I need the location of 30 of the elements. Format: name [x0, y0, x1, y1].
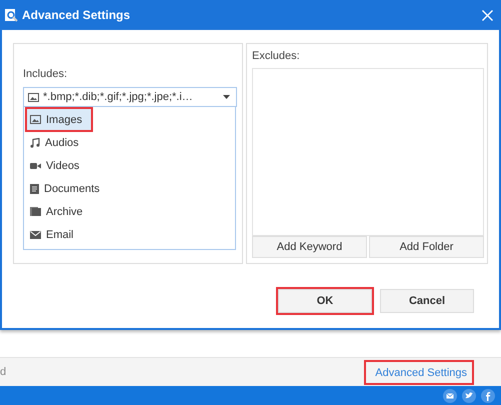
music-note-icon [30, 138, 40, 148]
image-icon [28, 92, 39, 102]
excludes-label: Excludes: [252, 50, 301, 62]
image-icon [30, 115, 41, 124]
document-icon [30, 184, 39, 194]
file-type-option[interactable]: Archive [26, 200, 233, 223]
file-type-dropdown[interactable]: *.bmp;*.dib;*.gif;*.jpg;*.jpe;*.i… [23, 87, 237, 107]
envelope-icon [30, 230, 41, 238]
close-icon[interactable] [482, 10, 493, 20]
email-icon[interactable] [443, 388, 457, 402]
video-camera-icon [30, 162, 41, 170]
cancel-button[interactable]: Cancel [380, 289, 474, 313]
file-type-option[interactable]: Email [26, 223, 233, 246]
magnifier-document-icon [4, 8, 18, 22]
file-type-option[interactable]: Documents [26, 177, 233, 200]
file-type-option[interactable]: Images [26, 108, 92, 131]
file-type-option[interactable]: Audios [26, 131, 233, 154]
window-title: Advanced Settings [22, 8, 132, 22]
includes-label: Includes: [23, 68, 68, 80]
excludes-field[interactable] [252, 68, 484, 236]
ok-button[interactable]: OK [278, 289, 372, 313]
file-type-option[interactable]: Videos [26, 154, 233, 177]
add-button[interactable]: Add Keyword [252, 236, 367, 258]
archive-icon [30, 207, 41, 216]
bird-icon[interactable] [462, 388, 476, 402]
add-button[interactable]: Add Folder [369, 236, 484, 258]
advanced-settings-link[interactable]: Advanced Settings [365, 360, 473, 384]
caret-icon [223, 95, 230, 99]
cut-text: d [0, 366, 6, 378]
facebook-icon[interactable] [481, 388, 495, 402]
